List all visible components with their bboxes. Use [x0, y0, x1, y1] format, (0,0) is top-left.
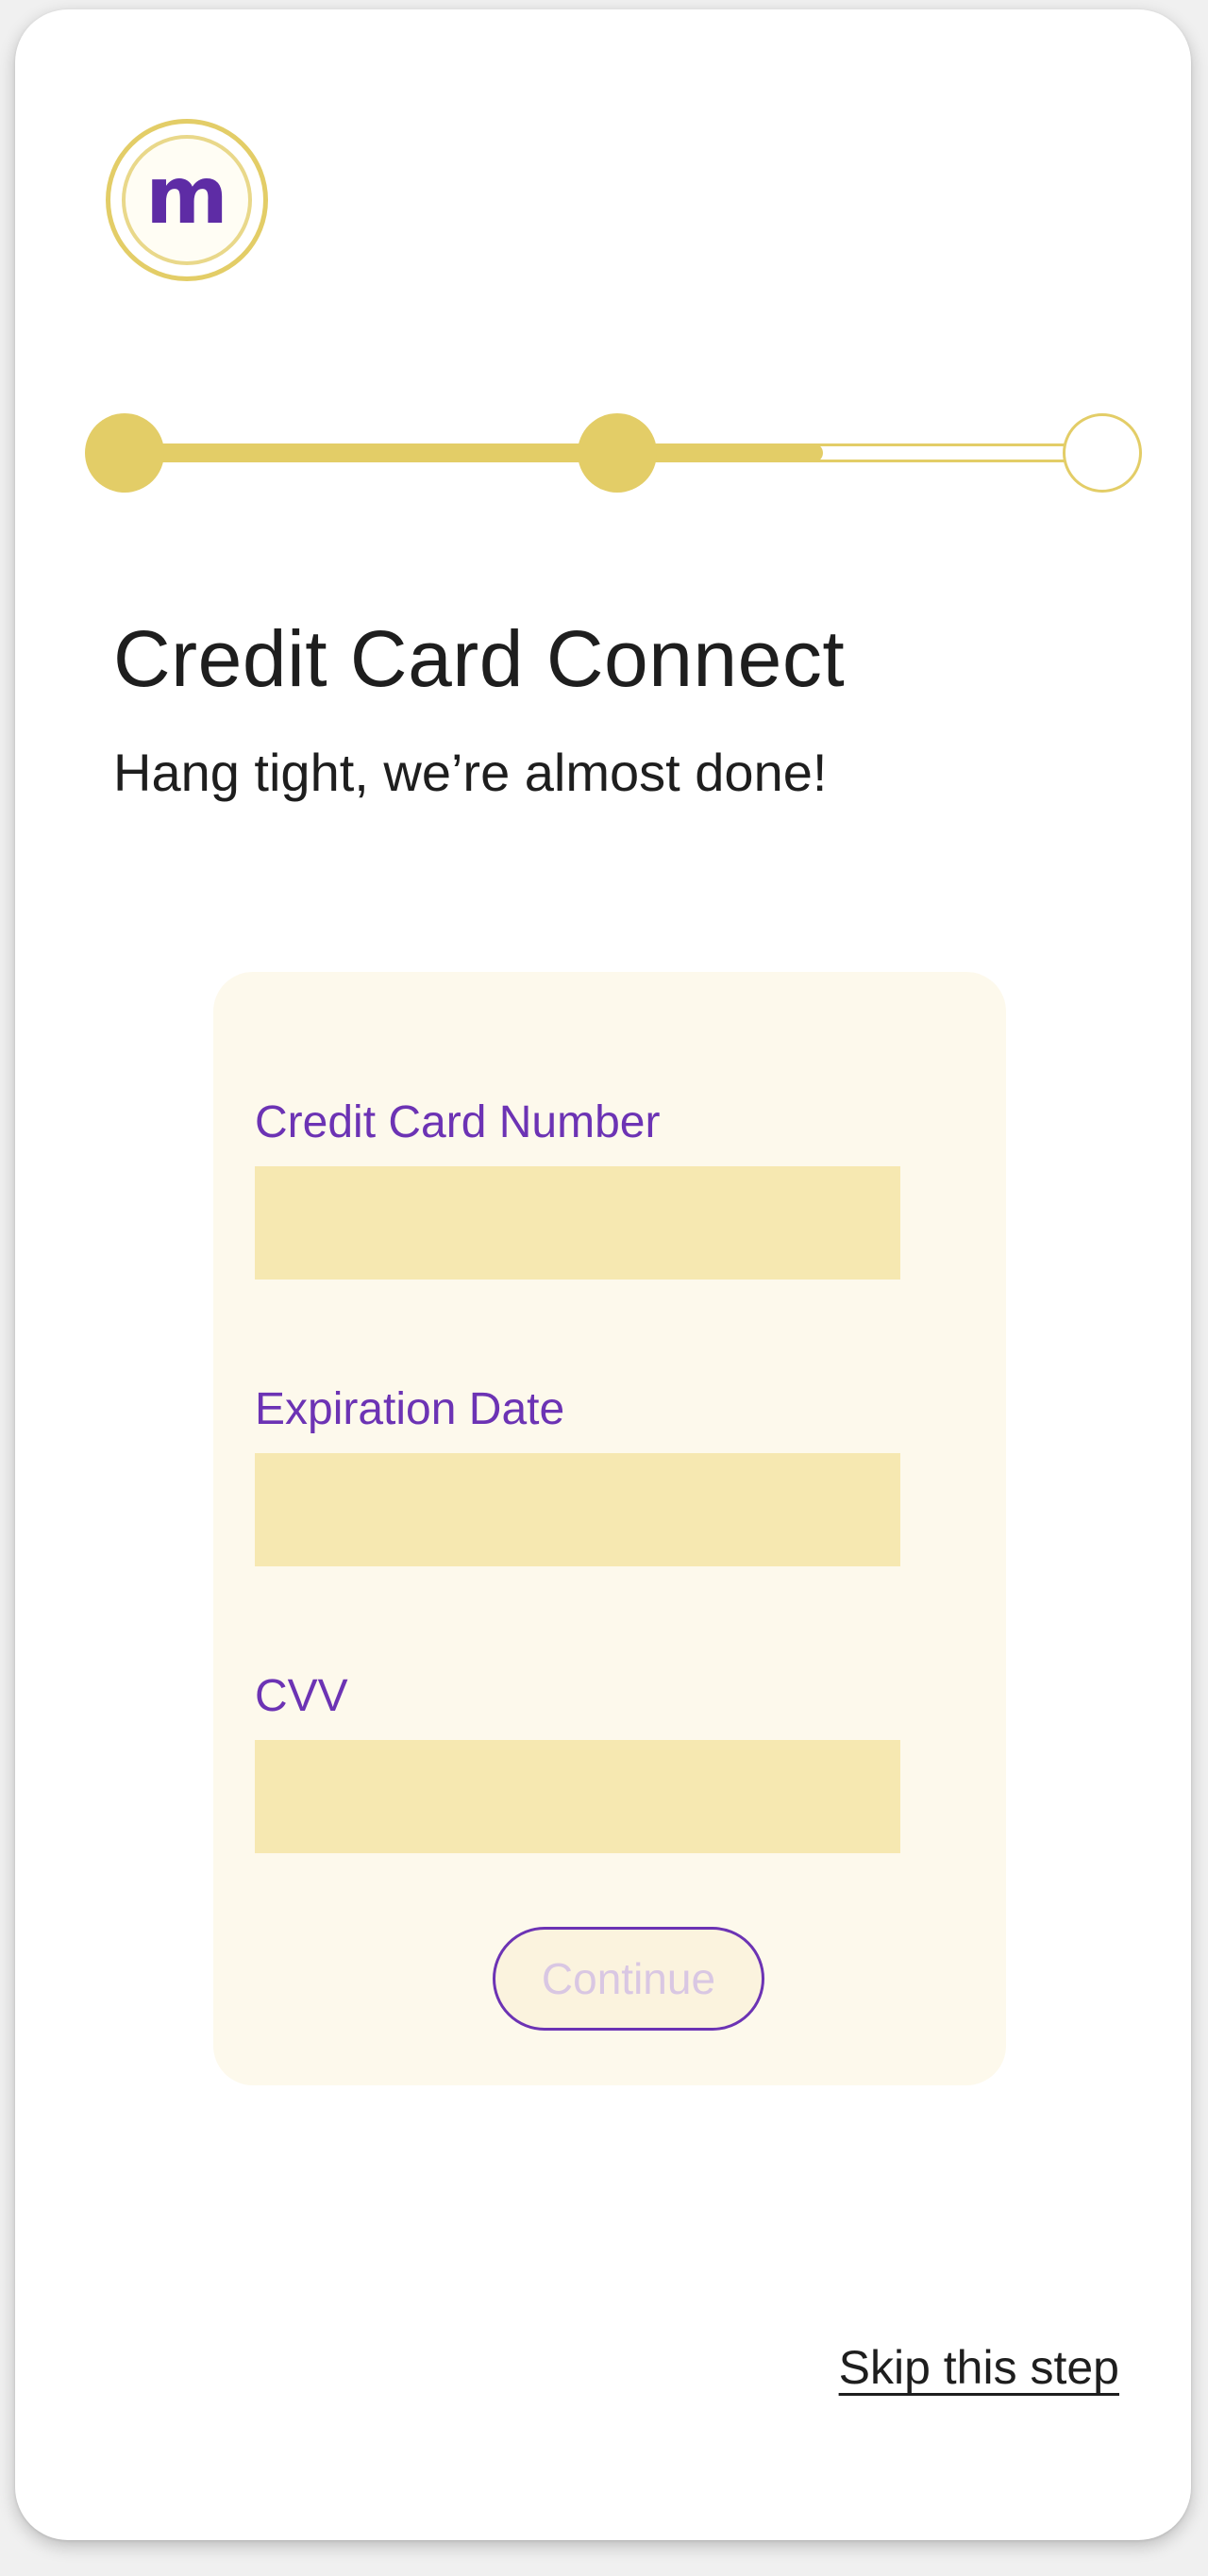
card-number-label: Credit Card Number: [255, 1097, 661, 1147]
page-subtitle: Hang tight, we’re almost done!: [113, 743, 828, 802]
brand-logo-letter: m: [145, 149, 228, 242]
cvv-label: CVV: [255, 1671, 348, 1721]
progress-fill: [123, 443, 823, 462]
step-3-indicator: [1063, 413, 1142, 493]
step-2-indicator: [578, 413, 657, 493]
expiration-date-input[interactable]: [255, 1453, 900, 1566]
brand-logo-badge: m: [122, 135, 252, 265]
continue-button[interactable]: Continue: [493, 1927, 764, 2031]
expiration-date-label: Expiration Date: [255, 1384, 565, 1434]
page-title: Credit Card Connect: [113, 614, 846, 703]
app-screen: m Credit Card Connect Hang tight, we’re …: [15, 9, 1191, 2540]
skip-step-link[interactable]: Skip this step: [839, 2340, 1119, 2395]
brand-logo: m: [106, 119, 268, 281]
progress-stepper: [85, 406, 1151, 500]
step-1-indicator: [85, 413, 164, 493]
cvv-input[interactable]: [255, 1740, 900, 1853]
card-number-input[interactable]: [255, 1166, 900, 1280]
credit-card-form: Credit Card Number Expiration Date CVV C…: [213, 972, 1006, 2085]
